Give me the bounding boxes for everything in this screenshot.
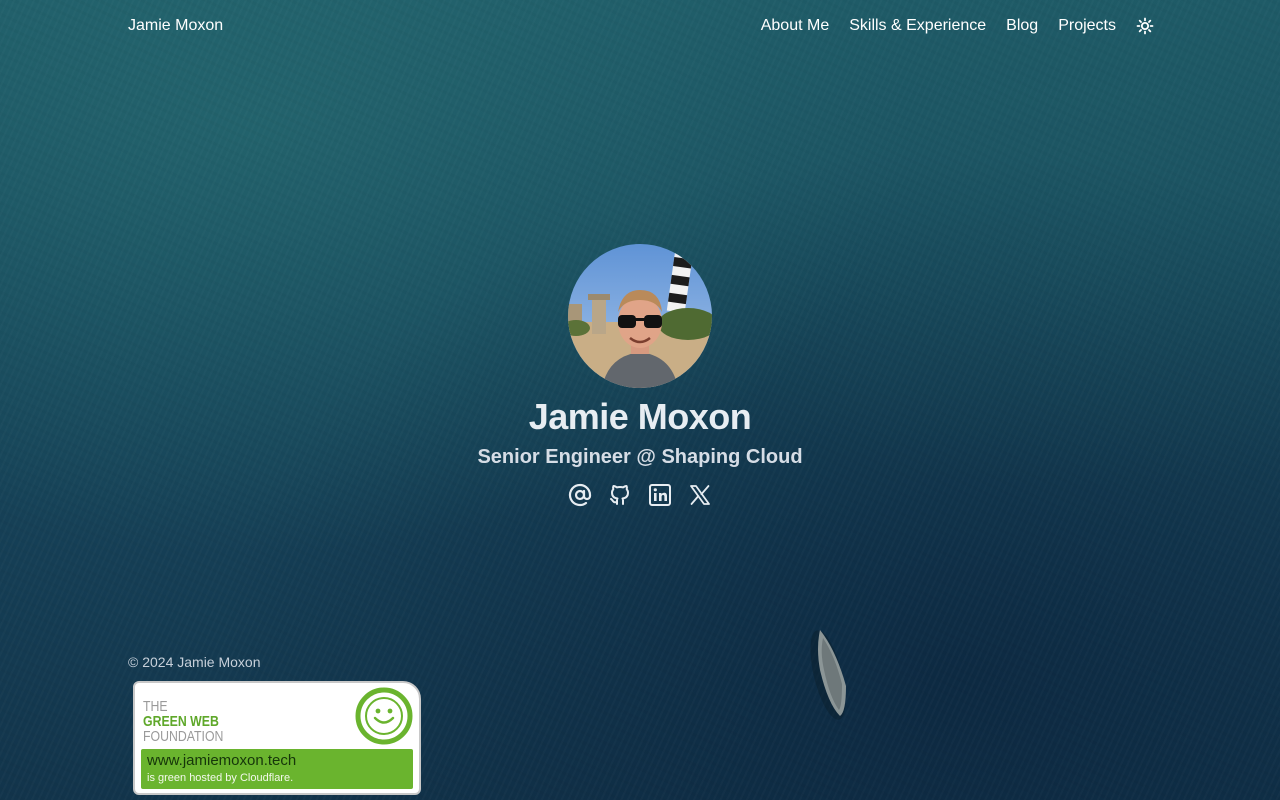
boat-decoration xyxy=(806,620,856,735)
badge-status-bar: www.jamiemoxon.tech is green hosted by C… xyxy=(141,749,413,789)
social-links xyxy=(568,483,712,507)
github-icon[interactable] xyxy=(608,483,632,507)
brand-link[interactable]: Jamie Moxon xyxy=(128,17,223,35)
nav-skills-experience[interactable]: Skills & Experience xyxy=(849,17,986,35)
at-sign-icon[interactable] xyxy=(568,483,592,507)
smiley-icon xyxy=(355,687,413,745)
hero-section: Jamie Moxon Senior Engineer @ Shaping Cl… xyxy=(0,244,1280,507)
badge-logo-line2: GREEN WEB xyxy=(143,713,219,730)
hero-subtitle: Senior Engineer @ Shaping Cloud xyxy=(477,446,803,468)
nav-blog[interactable]: Blog xyxy=(1006,17,1038,35)
linkedin-icon[interactable] xyxy=(648,483,672,507)
main-nav: About Me Skills & Experience Blog Projec… xyxy=(761,17,1154,35)
profile-photo xyxy=(568,244,712,388)
badge-url: www.jamiemoxon.tech xyxy=(147,752,297,769)
green-web-foundation-logo: THE GREEN WEB FOUNDATION xyxy=(143,699,223,744)
nav-about-me[interactable]: About Me xyxy=(761,17,829,35)
copyright-text: © 2024 Jamie Moxon xyxy=(128,654,261,670)
badge-logo-line1: THE xyxy=(143,698,168,715)
site-header: Jamie Moxon About Me Skills & Experience… xyxy=(128,0,1154,52)
badge-note: is green hosted by Cloudflare. xyxy=(147,772,294,784)
badge-logo-line3: FOUNDATION xyxy=(143,728,224,745)
x-twitter-icon[interactable] xyxy=(688,483,712,507)
green-web-badge[interactable]: THE GREEN WEB FOUNDATION www.jamiemoxon.… xyxy=(133,681,421,795)
sun-icon[interactable] xyxy=(1136,17,1154,35)
nav-projects[interactable]: Projects xyxy=(1058,17,1116,35)
hero-name: Jamie Moxon xyxy=(528,396,752,437)
